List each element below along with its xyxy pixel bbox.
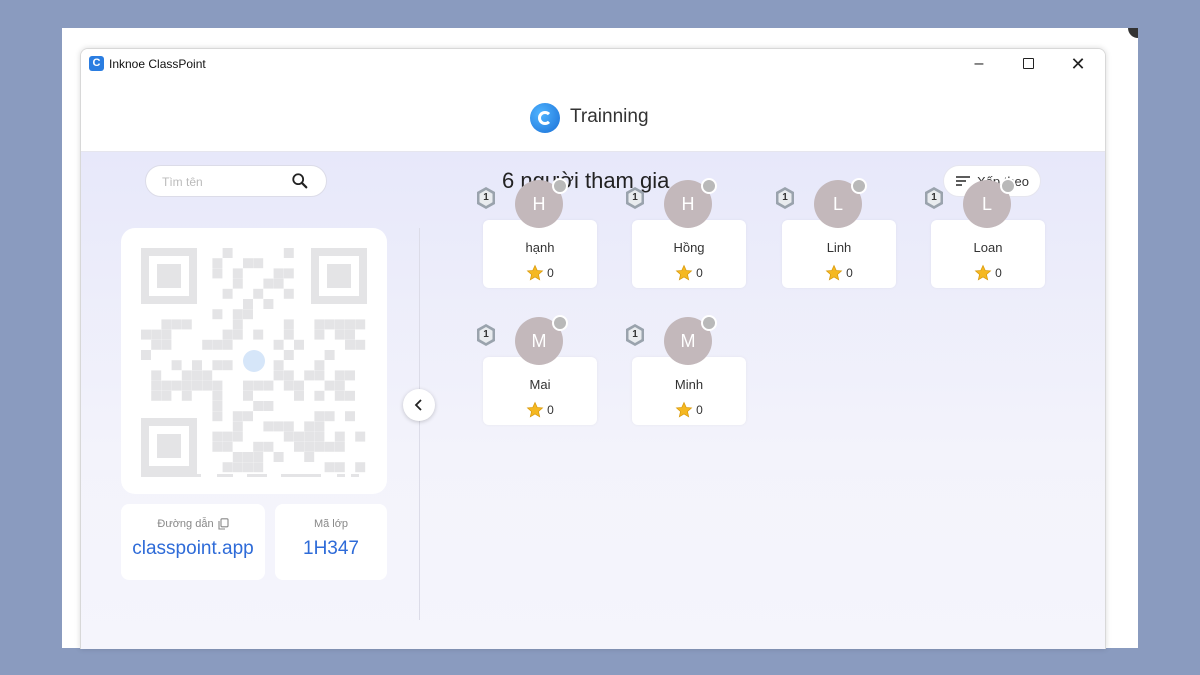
star-icon xyxy=(526,264,544,281)
star-icon xyxy=(825,264,843,281)
star-count-row: 0 xyxy=(483,401,597,419)
participant-name: Minh xyxy=(674,377,704,392)
chevron-left-icon xyxy=(414,399,422,411)
level-badge-icon: 1 xyxy=(475,186,497,210)
app-window: C Inknoe ClassPoint – ✕ Trainning 6 ngườ… xyxy=(80,48,1106,649)
copy-icon[interactable] xyxy=(218,518,229,530)
participant-level: 1 xyxy=(782,192,788,203)
status-dot xyxy=(851,178,867,194)
participant-card[interactable]: 1 L Loan 0 xyxy=(923,178,1073,300)
minimize-button[interactable]: – xyxy=(964,53,994,75)
participant-card[interactable]: 1 M Minh 0 xyxy=(624,315,774,437)
join-link-card[interactable]: Đường dẫn classpoint.app xyxy=(121,504,265,580)
participant-name: Mai xyxy=(529,377,551,392)
participant-level: 1 xyxy=(632,329,638,340)
participant-name: Linh xyxy=(826,240,852,255)
class-code-value: 1H347 xyxy=(303,538,359,559)
main-content: 6 người tham gia Xếp theo xyxy=(81,152,1105,649)
class-code-label: Mã lớp xyxy=(313,518,349,530)
participant-card[interactable]: 1 M Mai 0 xyxy=(475,315,625,437)
star-icon xyxy=(526,401,544,418)
participant-level: 1 xyxy=(931,192,937,203)
participant-card[interactable]: 1 Hhạnh 0 xyxy=(475,178,625,300)
classpoint-logo-icon xyxy=(530,103,560,133)
qr-code xyxy=(141,248,367,477)
star-count: 0 xyxy=(995,266,1002,280)
star-count: 0 xyxy=(696,266,703,280)
participant-name: hạnh xyxy=(525,240,555,255)
level-badge-icon: 1 xyxy=(774,186,796,210)
status-dot xyxy=(701,315,717,331)
search-input[interactable] xyxy=(160,166,284,198)
join-link-value: classpoint.app xyxy=(132,538,254,559)
class-code-card: Mã lớp 1H347 xyxy=(275,504,387,580)
star-icon xyxy=(974,264,992,281)
star-count-row: 0 xyxy=(931,264,1045,282)
status-dot xyxy=(1000,178,1016,194)
maximize-button[interactable] xyxy=(1013,53,1043,75)
star-count-row: 0 xyxy=(782,264,896,282)
star-count-row: 0 xyxy=(632,401,746,419)
status-dot xyxy=(701,178,717,194)
collapse-panel-button[interactable] xyxy=(403,389,435,421)
qr-card xyxy=(121,228,387,494)
panel-divider xyxy=(419,228,420,620)
participant-name: Hồng xyxy=(673,240,705,255)
join-link-label-row: Đường dẫn xyxy=(121,518,265,530)
star-count: 0 xyxy=(846,266,853,280)
session-header: Trainning xyxy=(81,79,1105,152)
session-name: Trainning xyxy=(570,106,649,127)
star-count-row: 0 xyxy=(632,264,746,282)
app-icon: C xyxy=(89,56,104,71)
participant-name: Loan xyxy=(973,240,1003,255)
app-title: Inknoe ClassPoint xyxy=(109,57,206,71)
join-link-label: Đường dẫn xyxy=(157,518,214,530)
level-badge-icon: 1 xyxy=(475,323,497,347)
star-count: 0 xyxy=(696,403,703,417)
participant-level: 1 xyxy=(483,329,489,340)
titlebar: C Inknoe ClassPoint – ✕ xyxy=(81,49,1105,79)
close-button[interactable]: ✕ xyxy=(1063,53,1093,75)
search-box xyxy=(145,165,327,198)
search-icon[interactable] xyxy=(291,172,309,190)
status-dot xyxy=(552,178,568,194)
star-icon xyxy=(675,264,693,281)
star-icon xyxy=(675,401,693,418)
star-count: 0 xyxy=(547,403,554,417)
participant-card[interactable]: 1 H Hồng 0 xyxy=(624,178,774,300)
star-count: 0 xyxy=(547,266,554,280)
status-dot xyxy=(552,315,568,331)
level-badge-icon: 1 xyxy=(923,186,945,210)
participant-level: 1 xyxy=(632,192,638,203)
maximize-icon xyxy=(1022,58,1034,70)
participant-level: 1 xyxy=(483,192,489,203)
star-count-row: 0 xyxy=(483,264,597,282)
level-badge-icon: 1 xyxy=(624,186,646,210)
participant-card[interactable]: 1 L Linh 0 xyxy=(774,178,924,300)
level-badge-icon: 1 xyxy=(624,323,646,347)
